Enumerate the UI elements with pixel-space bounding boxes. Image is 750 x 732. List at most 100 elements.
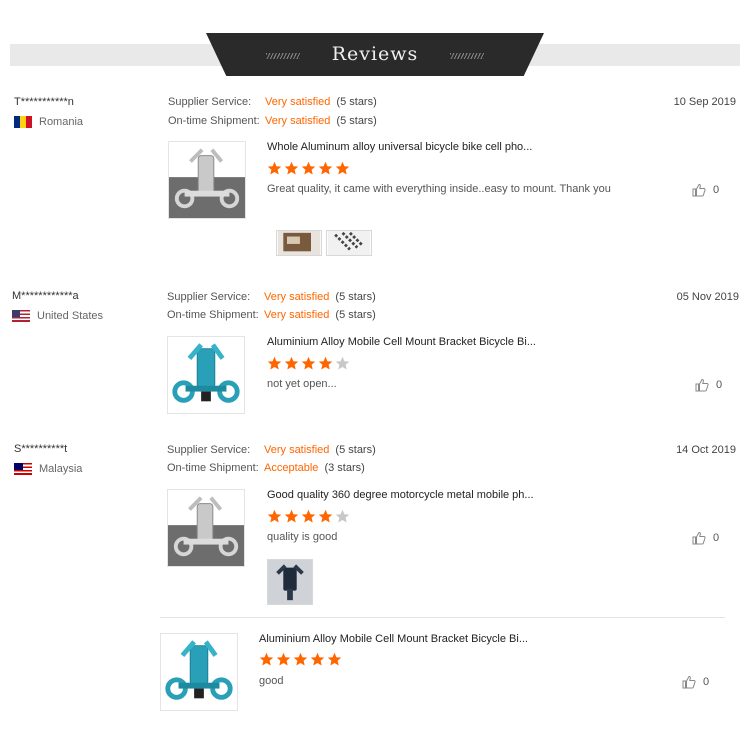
product-title[interactable]: Whole Aluminum alloy universal bicycle b…: [267, 141, 532, 153]
supplier-service-label: Supplier Service:: [168, 96, 252, 108]
review-photo-2[interactable]: [326, 230, 372, 256]
star-empty-icon: [335, 356, 350, 370]
reviewer-name: T***********n: [14, 96, 74, 108]
star-filled-icon: [301, 509, 316, 523]
star-filled-icon: [267, 161, 282, 175]
review-comment: good: [259, 675, 284, 687]
reviewer-name: M************a: [12, 290, 79, 302]
product-title[interactable]: Good quality 360 degree motorcycle metal…: [267, 489, 534, 501]
like-count: 0: [703, 676, 710, 688]
review-photo-1[interactable]: [267, 559, 313, 605]
country-label: Romania: [39, 116, 84, 128]
shipment-label: On-time Shipment:: [167, 462, 259, 474]
silver-mount-image: [168, 490, 244, 566]
like-count: 0: [713, 532, 720, 544]
shipment-label: On-time Shipment:: [167, 309, 259, 321]
shipment-value: Very satisfied: [265, 115, 331, 127]
supplier-service-stars: (5 stars): [335, 291, 376, 303]
thumbs-up-icon: [695, 378, 709, 392]
page-title: Reviews: [331, 43, 419, 65]
supplier-service-stars: (5 stars): [335, 444, 376, 456]
shipment-label: On-time Shipment:: [168, 115, 260, 127]
star-filled-icon: [293, 652, 308, 666]
us-flag-icon: [12, 310, 30, 322]
review-date: 10 Sep 2019: [673, 96, 736, 108]
like-button[interactable]: 0: [692, 531, 719, 545]
thumbs-up-icon: [692, 183, 706, 197]
star-filled-icon: [276, 652, 291, 666]
star-filled-icon: [284, 161, 299, 175]
supplier-service-label: Supplier Service:: [167, 444, 251, 456]
supplier-service-row: Supplier Service: Very satisfied (5 star…: [167, 444, 376, 456]
reviewer-name: S**********t: [14, 443, 68, 455]
rating-stars: [259, 652, 344, 667]
star-filled-icon: [259, 652, 274, 666]
review-comment: not yet open...: [267, 378, 337, 390]
malaysia-flag-icon: [14, 463, 32, 475]
country-label: Malaysia: [39, 463, 83, 475]
star-filled-icon: [318, 356, 333, 370]
blue-mount-image: [161, 634, 237, 710]
product-title[interactable]: Aluminium Alloy Mobile Cell Mount Bracke…: [267, 336, 536, 348]
supplier-service-value: Very satisfied: [264, 291, 330, 303]
shipment-row: On-time Shipment: Very satisfied (5 star…: [168, 115, 377, 127]
thumbs-up-icon: [692, 531, 706, 545]
mount-photo: [327, 231, 371, 255]
star-filled-icon: [301, 356, 316, 370]
product-title[interactable]: Aluminium Alloy Mobile Cell Mount Bracke…: [259, 633, 528, 645]
shipment-row: On-time Shipment: Very satisfied (5 star…: [167, 309, 376, 321]
star-filled-icon: [267, 356, 282, 370]
review-comment: quality is good: [267, 531, 338, 543]
rating-stars: [267, 509, 352, 524]
shipment-row: On-time Shipment: Acceptable (3 stars): [167, 462, 365, 474]
star-filled-icon: [335, 161, 350, 175]
like-count: 0: [716, 379, 723, 391]
star-filled-icon: [318, 161, 333, 175]
reviewer-country: Romania: [14, 116, 83, 128]
divider: [160, 617, 725, 618]
rating-stars: [267, 356, 352, 371]
blue-mount-image: [168, 337, 244, 413]
like-button[interactable]: 0: [682, 675, 709, 689]
shipment-stars: (5 stars): [336, 115, 377, 127]
silver-mount-image: [169, 142, 245, 218]
romania-flag-icon: [14, 116, 32, 128]
shipment-value: Acceptable: [264, 462, 319, 474]
thumbs-up-icon: [682, 675, 696, 689]
product-thumbnail[interactable]: [167, 489, 245, 567]
like-count: 0: [713, 184, 720, 196]
star-filled-icon: [327, 652, 342, 666]
star-filled-icon: [318, 509, 333, 523]
shipment-stars: (3 stars): [324, 462, 365, 474]
supplier-service-value: Very satisfied: [264, 444, 330, 456]
star-filled-icon: [301, 161, 316, 175]
supplier-service-value: Very satisfied: [265, 96, 331, 108]
review-date: 05 Nov 2019: [676, 291, 739, 303]
rating-stars: [267, 161, 352, 176]
review-photo-1[interactable]: [276, 230, 322, 256]
product-thumbnail[interactable]: [168, 141, 246, 219]
star-empty-icon: [335, 509, 350, 523]
reviews-banner: Reviews: [206, 33, 544, 76]
like-button[interactable]: 0: [692, 183, 719, 197]
like-button[interactable]: 0: [695, 378, 722, 392]
reviewer-country: Malaysia: [14, 463, 82, 475]
supplier-service-label: Supplier Service:: [167, 291, 251, 303]
star-filled-icon: [310, 652, 325, 666]
review-comment: Great quality, it came with everything i…: [267, 183, 611, 195]
shipment-stars: (5 stars): [335, 309, 376, 321]
phone-holder-photo: [268, 560, 312, 604]
review-date: 14 Oct 2019: [676, 444, 736, 456]
product-thumbnail[interactable]: [160, 633, 238, 711]
supplier-service-row: Supplier Service: Very satisfied (5 star…: [167, 291, 376, 303]
reviewer-country: United States: [12, 310, 103, 322]
box-photo: [277, 231, 321, 255]
banner-hatch-right: [450, 53, 484, 59]
star-filled-icon: [284, 356, 299, 370]
country-label: United States: [37, 310, 104, 322]
star-filled-icon: [284, 509, 299, 523]
shipment-value: Very satisfied: [264, 309, 330, 321]
supplier-service-row: Supplier Service: Very satisfied (5 star…: [168, 96, 377, 108]
star-filled-icon: [267, 509, 282, 523]
product-thumbnail[interactable]: [167, 336, 245, 414]
